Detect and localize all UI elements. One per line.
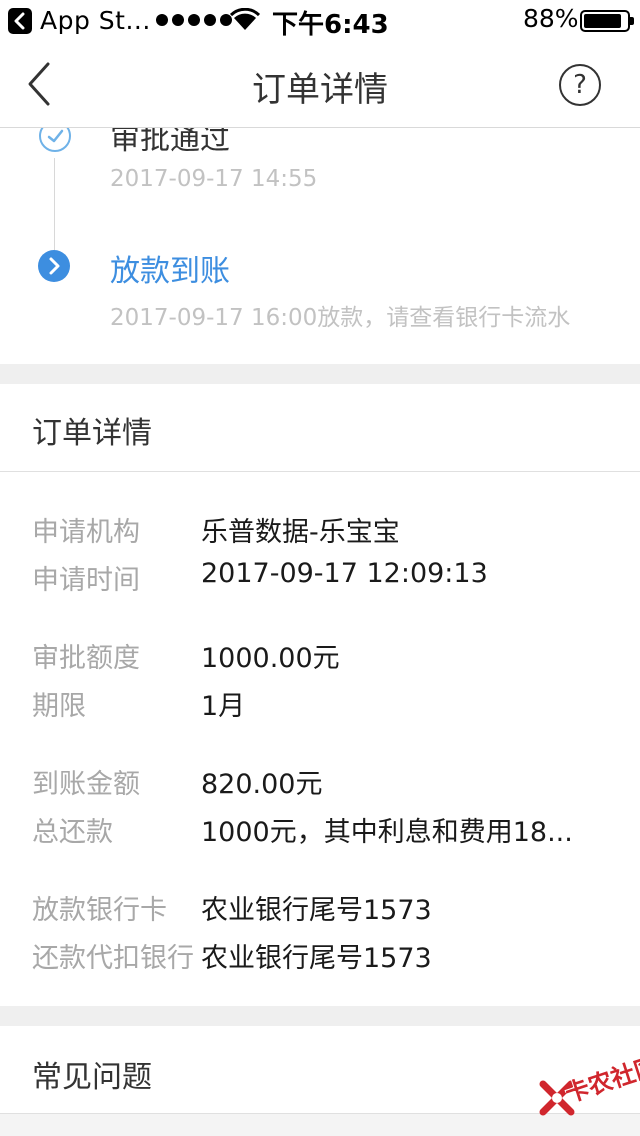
back-app-label: App St... (40, 6, 151, 35)
clock: 下午6:43 (272, 10, 389, 40)
community-watermark: 卡农社区 (535, 1040, 640, 1125)
detail-label: 到账金额 (32, 769, 140, 800)
section-title: 常见问题 (32, 1060, 152, 1095)
wifi-icon (229, 7, 261, 38)
order-details-header: 订单详情 (0, 384, 640, 472)
detail-value: 1000.00元 (201, 643, 340, 674)
chevron-right-circle-icon (38, 250, 70, 282)
order-detail-page: App St... 下午6:43 88% 订单详情 ? 审批通过 2017-09… (0, 0, 640, 1136)
timeline-step-approved: 审批通过 2017-09-17 14:55 (110, 128, 317, 192)
detail-value: 农业银行尾号1573 (201, 943, 432, 974)
order-progress-timeline: 审批通过 2017-09-17 14:55 放款到账 2017-09-17 16… (0, 128, 640, 364)
battery-percentage: 88% (523, 4, 579, 33)
detail-label: 放款银行卡 (32, 895, 167, 926)
detail-label: 还款代扣银行 (32, 943, 194, 974)
navigation-bar: 订单详情 ? (0, 40, 640, 128)
detail-row-repayment-card: 还款代扣银行 农业银行尾号1573 (0, 936, 640, 976)
detail-row-total-repayment: 总还款 1000元，其中利息和费用18... (0, 810, 640, 850)
detail-value: 820.00元 (201, 769, 323, 800)
detail-label: 申请时间 (32, 565, 140, 596)
detail-row-institution: 申请机构 乐普数据-乐宝宝 (0, 510, 640, 550)
page-title: 订单详情 (252, 70, 388, 110)
back-chevron-icon (8, 7, 32, 34)
status-bar: App St... 下午6:43 88% (0, 0, 640, 40)
section-divider (0, 1006, 640, 1026)
order-details-list: 申请机构 乐普数据-乐宝宝 申请时间 2017-09-17 12:09:13 审… (0, 472, 640, 1006)
battery-icon (580, 10, 634, 32)
step-subtitle: 2017-09-17 14:55 (110, 166, 318, 192)
help-button[interactable]: ? (559, 64, 601, 106)
detail-label: 申请机构 (32, 517, 140, 548)
timeline-step-disbursed: 放款到账 2017-09-17 16:00放款，请查看银行卡流水 (110, 246, 570, 332)
step-title: 放款到账 (110, 254, 230, 289)
check-circle-icon (39, 128, 71, 152)
step-title: 审批通过 (110, 128, 230, 157)
back-to-app-button[interactable]: App St... (8, 6, 151, 35)
signal-strength-icon (156, 14, 232, 26)
section-title: 订单详情 (32, 416, 152, 451)
detail-value: 2017-09-17 12:09:13 (201, 558, 488, 589)
detail-row-received-amount: 到账金额 820.00元 (0, 762, 640, 802)
detail-row-disbursement-card: 放款银行卡 农业银行尾号1573 (0, 888, 640, 928)
detail-row-apply-time: 申请时间 2017-09-17 12:09:13 (0, 558, 640, 598)
watermark-text: 卡农社区 (561, 1051, 640, 1109)
detail-label: 审批额度 (32, 643, 140, 674)
detail-row-approved-amount: 审批额度 1000.00元 (0, 636, 640, 676)
detail-label: 总还款 (32, 817, 113, 848)
detail-value: 1月 (201, 691, 246, 722)
detail-value: 乐普数据-乐宝宝 (201, 517, 400, 548)
step-subtitle: 2017-09-17 16:00放款，请查看银行卡流水 (110, 305, 571, 331)
detail-value: 1000元，其中利息和费用18... (201, 817, 573, 848)
question-mark-icon: ? (573, 70, 587, 100)
section-divider (0, 364, 640, 384)
detail-value: 农业银行尾号1573 (201, 895, 432, 926)
detail-label: 期限 (32, 691, 86, 722)
detail-row-term: 期限 1月 (0, 684, 640, 724)
